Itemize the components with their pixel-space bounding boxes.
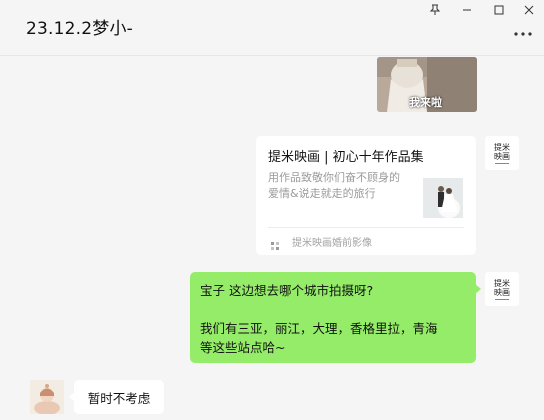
link-card[interactable]: 提米映画 | 初心十年作品集 用作品致敬你们奋不顾身的爱情&说走就走的旅行 提米… bbox=[256, 136, 476, 255]
link-card-source: 提米映画婚前影像 bbox=[292, 238, 372, 249]
chat-title: 23.12.2梦小- bbox=[26, 19, 134, 39]
message-line: 等这些站点哈~ bbox=[200, 340, 286, 355]
brand-avatar[interactable]: 提米 映画 bbox=[485, 136, 519, 170]
chat-area[interactable]: 我来啦 提米 映画 提米映画 | 初心十年作品集 用作品致敬你们奋不顾身的爱情&… bbox=[0, 57, 544, 420]
text-message-incoming[interactable]: 暂时不考虑 bbox=[69, 380, 164, 414]
link-card-thumbnail bbox=[423, 178, 463, 218]
message-text: 暂时不考虑 bbox=[87, 390, 151, 406]
image-message[interactable]: 我来啦 bbox=[377, 57, 477, 112]
mini-program-icon bbox=[270, 236, 280, 250]
image-caption: 我来啦 bbox=[409, 96, 442, 109]
link-card-description: 用作品致敬你们奋不顾身的爱情&说走就走的旅行 bbox=[268, 171, 400, 200]
contact-avatar[interactable] bbox=[30, 380, 64, 414]
brand-avatar[interactable]: 提米 映画 bbox=[485, 272, 519, 306]
minimize-icon[interactable] bbox=[452, 2, 482, 18]
message-line: 宝子 这边想去哪个城市拍摄呀? bbox=[200, 283, 374, 298]
text-message-outgoing[interactable]: 宝子 这边想去哪个城市拍摄呀? 我们有三亚，丽江，大理，香格里拉，青海 等这些站… bbox=[190, 272, 481, 363]
link-card-title: 提米映画 | 初心十年作品集 bbox=[268, 150, 424, 165]
message-line: 我们有三亚，丽江，大理，香格里拉，青海 bbox=[200, 321, 438, 336]
maximize-icon[interactable] bbox=[484, 2, 514, 18]
pin-icon[interactable] bbox=[420, 2, 450, 18]
more-icon[interactable] bbox=[512, 26, 534, 40]
close-icon[interactable] bbox=[514, 2, 544, 18]
chat-header: 23.12.2梦小- bbox=[0, 0, 544, 56]
